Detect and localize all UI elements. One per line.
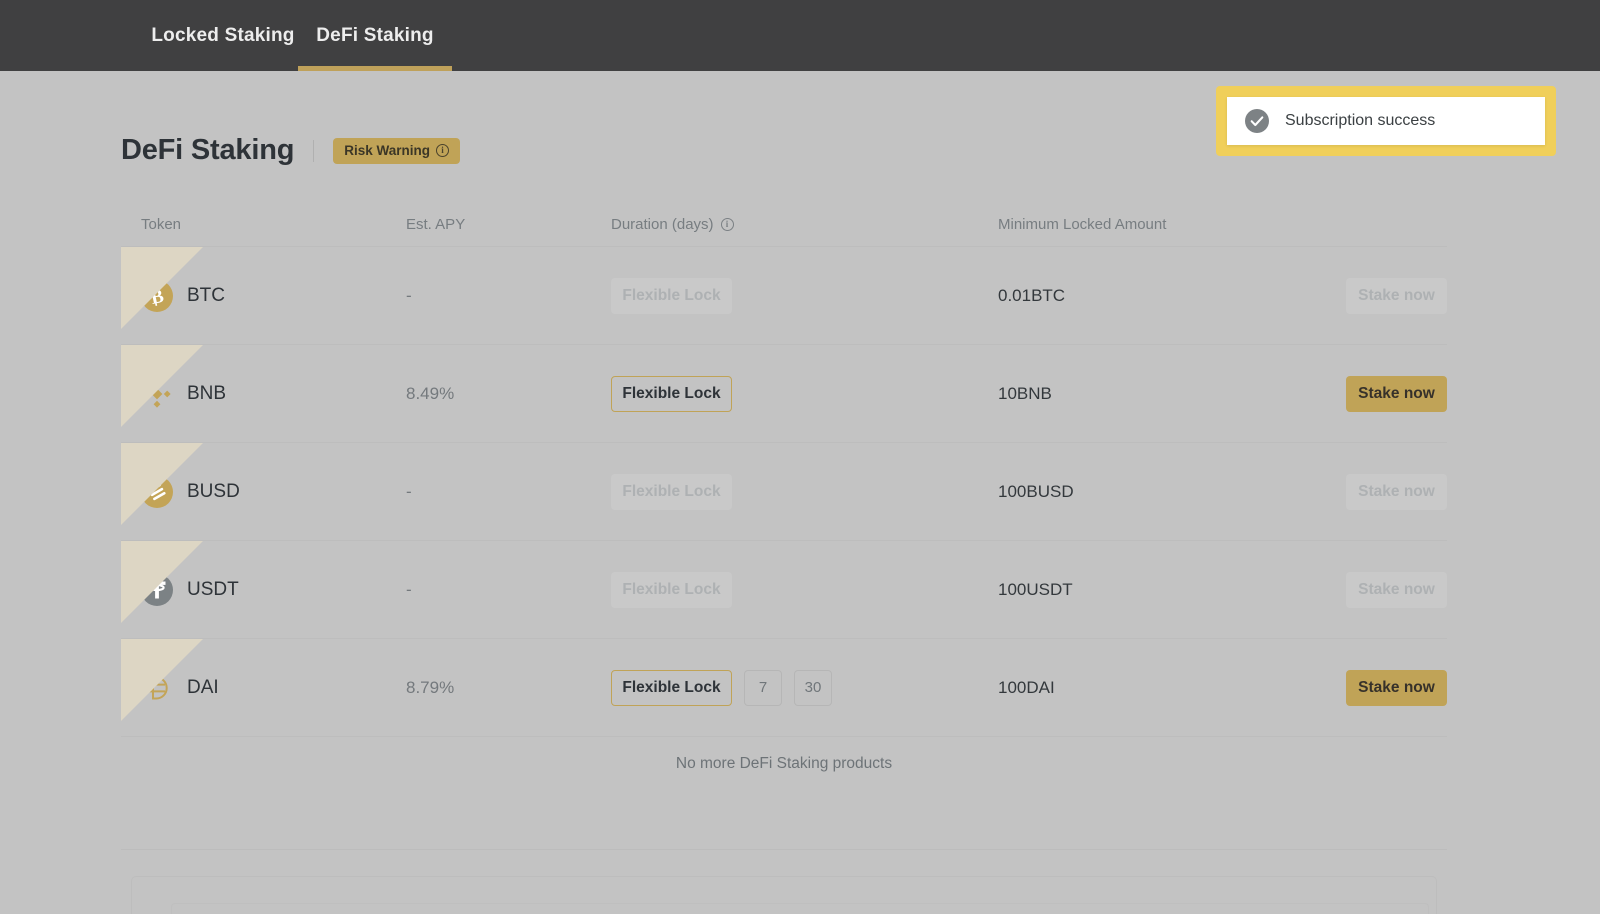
page-title: DeFi Staking xyxy=(121,134,295,166)
duration-options: Flexible Lock 7 30 xyxy=(611,669,998,706)
token-cell: B BTC xyxy=(121,279,406,312)
tab-defi-staking[interactable]: DeFi Staking xyxy=(298,0,452,71)
stake-now-button[interactable]: Stake now xyxy=(1346,669,1447,706)
action-cell: Stake now xyxy=(1298,473,1447,510)
duration-options: Flexible Lock xyxy=(611,277,998,314)
section-divider xyxy=(121,849,1447,850)
token-name: DAI xyxy=(187,676,219,698)
action-cell: Stake now xyxy=(1298,375,1447,412)
minimum-amount: 100USDT xyxy=(998,579,1073,599)
column-header-token: Token xyxy=(141,216,182,233)
duration-options: Flexible Lock xyxy=(611,375,998,412)
duration-cell: Flexible Lock xyxy=(611,375,998,412)
table-row: Curve USDT - Flexible Lock xyxy=(121,541,1447,639)
action-cell: Stake now xyxy=(1298,277,1447,314)
token-cell: BUSD xyxy=(121,475,406,508)
duration-option-flexible-lock: Flexible Lock xyxy=(611,473,732,510)
tab-defi-staking-label: DeFi Staking xyxy=(316,24,434,46)
apy-value: 8.79% xyxy=(406,677,455,697)
token-name: BUSD xyxy=(187,480,240,502)
duration-options: Flexible Lock xyxy=(611,473,998,510)
duration-option-flexible-lock: Flexible Lock xyxy=(611,277,732,314)
column-header-duration: Duration (days) i xyxy=(611,216,998,233)
defi-staking-table: Token Est. APY Duration (days) i Minimum… xyxy=(121,203,1447,791)
token-name: BNB xyxy=(187,382,227,404)
duration-options: Flexible Lock xyxy=(611,571,998,608)
apy-value: - xyxy=(406,579,412,599)
token-name: USDT xyxy=(187,578,239,600)
tab-locked-staking[interactable]: Locked Staking xyxy=(148,0,298,71)
token-cell: USDT xyxy=(121,573,406,606)
duration-info-icon[interactable]: i xyxy=(720,218,734,231)
bnb-icon xyxy=(141,378,173,410)
table-footer-message: No more DeFi Staking products xyxy=(675,755,893,772)
top-navigation-bar: Locked Staking DeFi Staking xyxy=(0,0,1600,71)
column-header-duration-label: Duration (days) xyxy=(611,216,714,233)
risk-warning-badge[interactable]: Risk Warning i xyxy=(333,137,461,164)
duration-cell: Flexible Lock xyxy=(611,277,998,314)
next-panel-inner-edge xyxy=(171,903,1429,914)
duration-option-flexible-lock[interactable]: Flexible Lock xyxy=(611,375,732,412)
duration-option-flexible-lock[interactable]: Flexible Lock xyxy=(611,669,732,706)
btc-icon: B xyxy=(141,279,173,312)
risk-warning-label: Risk Warning xyxy=(344,143,431,158)
token-cell: DAI xyxy=(121,672,406,704)
duration-cell: Flexible Lock 7 30 xyxy=(611,669,998,706)
token-cell: BNB xyxy=(121,378,406,410)
apy-value: 8.49% xyxy=(406,383,455,403)
stake-now-button: Stake now xyxy=(1346,277,1447,314)
stake-now-button[interactable]: Stake now xyxy=(1346,375,1447,412)
table-row: Curve B BTC - Flexible Lock 0.01BTC xyxy=(121,247,1447,345)
minimum-amount: 0.01BTC xyxy=(998,285,1066,305)
minimum-amount: 100DAI xyxy=(998,677,1055,697)
duration-option-7-days[interactable]: 7 xyxy=(744,669,782,706)
duration-cell: Flexible Lock xyxy=(611,473,998,510)
nav-tab-list: Locked Staking DeFi Staking xyxy=(148,0,452,71)
busd-icon xyxy=(141,475,173,508)
duration-option-flexible-lock: Flexible Lock xyxy=(611,571,732,608)
minimum-amount: 100BUSD xyxy=(998,481,1074,501)
stake-now-button: Stake now xyxy=(1346,473,1447,510)
dai-icon xyxy=(141,672,173,704)
info-icon[interactable]: i xyxy=(436,144,450,157)
apy-value: - xyxy=(406,481,412,501)
apy-value: - xyxy=(406,285,412,305)
token-name: BTC xyxy=(187,284,225,306)
duration-cell: Flexible Lock xyxy=(611,571,998,608)
tab-locked-staking-label: Locked Staking xyxy=(151,24,295,46)
stake-now-button: Stake now xyxy=(1346,571,1447,608)
action-cell: Stake now xyxy=(1298,571,1447,608)
table-row: Curve BUSD - Fl xyxy=(121,443,1447,541)
table-header-row: Token Est. APY Duration (days) i Minimum… xyxy=(121,203,1447,247)
action-cell: Stake now xyxy=(1298,669,1447,706)
table-row: Compound DAI 8.79% xyxy=(121,639,1447,737)
table-row: Kava+Curve BNB 8.49% xyxy=(121,345,1447,443)
page-header: DeFi Staking Risk Warning i xyxy=(121,134,461,167)
page-content: DeFi Staking Risk Warning i Token Est. A… xyxy=(0,71,1600,914)
column-header-apy: Est. APY xyxy=(406,216,466,233)
minimum-amount: 10BNB xyxy=(998,383,1052,403)
column-header-minimum-amount: Minimum Locked Amount xyxy=(998,216,1167,233)
duration-option-30-days[interactable]: 30 xyxy=(794,669,832,706)
usdt-icon xyxy=(141,573,173,606)
title-divider xyxy=(313,139,315,162)
